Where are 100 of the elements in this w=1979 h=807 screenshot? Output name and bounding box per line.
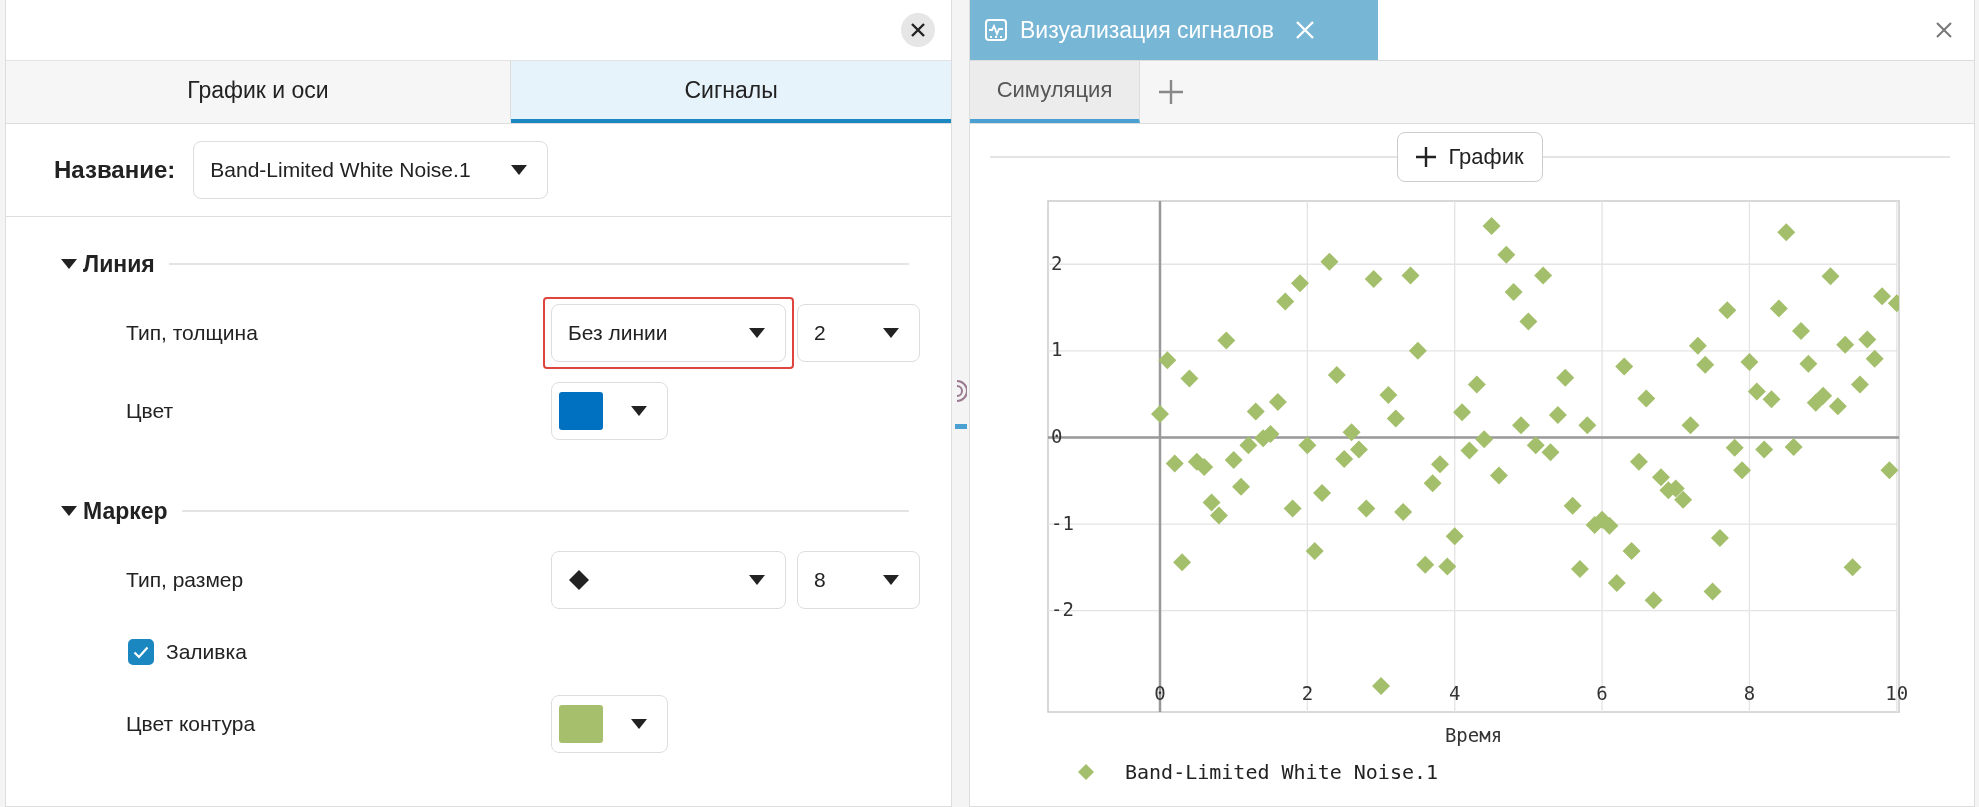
x-tick-label: 2 [1301,682,1314,704]
data-point [1615,357,1634,376]
data-point [1202,493,1221,512]
data-point [1607,573,1626,592]
data-point [1342,423,1361,442]
x-tick-label: 6 [1596,682,1608,704]
data-point [1541,443,1560,462]
caret-icon [749,328,765,338]
splitter-handle[interactable] [954,424,967,429]
data-point [1298,436,1317,455]
data-point [1762,390,1781,409]
close-icon [1936,22,1952,38]
data-point [1438,557,1457,576]
size-select[interactable]: 2 [797,304,920,362]
data-point [1239,436,1258,455]
data-point [1246,402,1265,421]
data-point [1644,591,1663,610]
field-label: Тип, размер [125,568,245,592]
data-point [1880,461,1899,480]
data-point [1401,266,1420,285]
data-point [1158,351,1177,370]
size-select[interactable]: 8 [797,551,920,609]
data-point [1394,502,1413,521]
data-point [1563,496,1582,515]
name-label: Название: [54,156,176,184]
data-point [1151,405,1169,424]
section-header[interactable]: Маркер [61,497,168,525]
data-point [1733,461,1752,480]
caret-icon [883,575,899,585]
tab[interactable]: Симуляция [970,61,1140,123]
data-point [1526,436,1545,455]
data-point [1710,528,1729,547]
data-point [1843,558,1862,577]
caret-icon [631,406,647,416]
data-point [1217,331,1236,350]
data-point [1799,354,1818,373]
data-point [1747,382,1766,401]
x-axis-label: Время [1444,724,1503,746]
data-point [1688,336,1707,355]
field-label: Цвет [125,399,175,423]
diamond-icon [568,569,590,591]
plus-icon [1416,147,1437,167]
checkbox[interactable] [128,639,154,665]
data-point [1386,409,1405,428]
data-point [1232,477,1251,496]
data-point [1548,405,1567,424]
add-plot-button[interactable]: График [1397,132,1543,182]
data-point [1777,223,1796,242]
check-icon [133,645,149,659]
arc-icon [954,378,967,404]
data-point [1460,441,1479,460]
data-point [1850,375,1869,394]
data-point [1195,457,1214,476]
y-tick-label: 2 [1051,251,1063,274]
data-point [1718,301,1737,320]
data-point [1268,392,1287,411]
data-point [1349,440,1368,459]
data-point [1423,474,1442,493]
data-point [1416,555,1435,574]
data-point [1504,282,1523,301]
color-select[interactable] [551,695,668,753]
data-point [1482,217,1501,236]
data-point [1379,386,1398,404]
signal-select[interactable]: Band-Limited White Noise.1 [193,141,548,199]
color-select[interactable] [551,382,668,440]
data-point [1769,299,1788,318]
data-point [1431,455,1449,474]
marker-type-select[interactable] [551,551,786,609]
data-point [1291,274,1309,293]
close-button[interactable] [901,13,936,47]
data-point [1224,450,1243,469]
data-point [1497,245,1516,264]
section-header[interactable]: Линия [61,250,155,278]
data-point [1821,267,1840,286]
data-point [1357,499,1376,518]
y-tick-label: 0 [1051,424,1063,447]
close-icon[interactable] [1295,21,1314,39]
data-point [1696,355,1715,374]
data-point [1570,560,1589,579]
data-point [1828,397,1847,416]
data-point [1475,430,1494,449]
caret-icon [749,575,765,585]
checkbox-label: Заливка [166,640,247,664]
data-point [1858,330,1877,349]
data-point [1865,349,1884,368]
data-point [1784,437,1803,456]
data-point [1622,541,1641,560]
data-point [1173,553,1192,572]
legend-label: Band-Limited White Noise.1 [1125,760,1439,784]
tab[interactable]: Сигналы [511,61,952,123]
x-tick-label: 4 [1449,682,1461,704]
caret-icon [631,719,647,729]
line-type-select[interactable]: Без линии [551,304,786,362]
plus-icon [1158,79,1184,105]
data-point [1209,506,1228,525]
data-point [1364,269,1383,288]
data-point [1637,389,1656,408]
data-point [1740,353,1759,372]
data-point [1408,341,1427,360]
data-point [1305,541,1324,560]
